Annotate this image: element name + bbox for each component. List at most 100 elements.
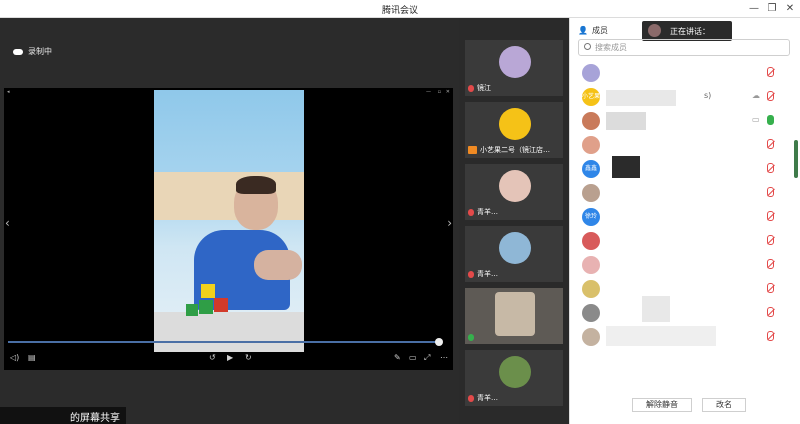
avatar — [499, 108, 531, 140]
mic-muted-icon[interactable] — [767, 307, 774, 317]
member-avatar: 小艺果 — [582, 88, 600, 106]
members-header: 👤 成员 — [578, 25, 608, 36]
mic-muted-icon — [468, 394, 474, 402]
mic-muted-icon[interactable] — [767, 259, 774, 269]
shelf — [154, 172, 304, 220]
member-avatar — [582, 328, 600, 346]
member-row[interactable]: ▭ — [582, 110, 792, 132]
window-title: 腾讯会议 — [381, 6, 418, 16]
more-icon[interactable]: ⋯ — [440, 353, 448, 362]
member-row[interactable] — [582, 230, 792, 252]
member-row[interactable] — [582, 62, 792, 84]
member-row[interactable]: 小艺果 s) ☁ — [582, 86, 792, 108]
fullscreen-icon[interactable]: ⤢ — [424, 353, 430, 363]
mic-muted-icon[interactable] — [767, 91, 774, 101]
participant-thumb[interactable]: 镜江 — [465, 40, 563, 96]
video-frame — [154, 90, 304, 352]
blurred-name — [606, 112, 646, 130]
mic-muted-icon[interactable] — [767, 283, 774, 293]
member-row[interactable] — [582, 278, 792, 300]
screen-share-icon[interactable]: ▭ — [752, 115, 760, 124]
rename-button[interactable]: 改名 — [702, 398, 746, 412]
member-avatar — [582, 304, 600, 322]
avatar — [499, 232, 531, 264]
recording-label: 录制中 — [28, 47, 52, 56]
mic-muted-icon[interactable] — [767, 163, 774, 173]
prev-arrow-icon[interactable]: ‹ — [5, 216, 10, 230]
shared-screen-area: 录制中 ◂ — ▫ ✕ ‹ › ◁) ▤ ↺ ▶ ↻ ✎ ▭ ⤢ ⋯ 的屏幕共享 — [0, 18, 459, 424]
participant-thumb[interactable]: 青羊… — [465, 226, 563, 282]
member-row[interactable]: 鑫鑫 — [582, 156, 792, 180]
adult-hand — [254, 250, 302, 280]
participant-name: 青羊… — [477, 208, 498, 216]
mic-muted-icon[interactable] — [767, 67, 774, 77]
mic-muted-icon — [468, 208, 474, 216]
blurred-name — [642, 296, 670, 322]
subtitle-icon[interactable]: ▤ — [28, 353, 36, 362]
minimize-button[interactable]: — — [747, 2, 761, 16]
player-minimize-icon[interactable]: — — [426, 89, 431, 95]
rewind-icon[interactable]: ↺ — [209, 353, 216, 362]
green-block — [199, 300, 213, 314]
next-arrow-icon[interactable]: › — [447, 216, 452, 230]
close-button[interactable]: ✕ — [783, 2, 797, 16]
mic-muted-icon[interactable] — [767, 187, 774, 197]
mic-muted-icon[interactable] — [767, 139, 774, 149]
speaking-label: 正在讲话： — [670, 27, 710, 36]
member-avatar — [582, 256, 600, 274]
scrollbar[interactable] — [794, 140, 798, 178]
mic-on-icon — [468, 334, 474, 341]
table — [154, 312, 304, 352]
player-maximize-icon[interactable]: ▫ — [438, 89, 441, 95]
participant-name: 青羊… — [477, 394, 498, 402]
mic-on-icon[interactable] — [767, 115, 774, 125]
search-icon — [584, 43, 591, 50]
participant-thumb[interactable]: 小艺果二号（镜江店… — [465, 102, 563, 158]
mic-muted-icon[interactable] — [767, 331, 774, 341]
participant-video-column: 镜江 小艺果二号（镜江店… 青羊… 青羊… 青羊… — [459, 18, 569, 424]
member-row[interactable] — [582, 182, 792, 204]
playback-progress[interactable] — [8, 338, 443, 346]
avatar — [499, 46, 531, 78]
member-row[interactable] — [582, 296, 792, 324]
yellow-block — [201, 284, 215, 298]
participant-name: 镜江 — [477, 84, 491, 92]
search-placeholder: 搜索成员 — [595, 43, 627, 52]
participant-name: 小艺果二号（镜江店… — [480, 146, 550, 154]
screen-share-text: 的屏幕共享 — [70, 413, 120, 424]
green-block-2 — [186, 304, 198, 316]
mic-muted-icon[interactable] — [767, 211, 774, 221]
pen-icon[interactable]: ✎ — [394, 353, 401, 362]
participant-thumb[interactable]: 青羊… — [465, 164, 563, 220]
player-menu-icon[interactable]: ◂ — [7, 89, 10, 95]
member-row[interactable] — [582, 326, 792, 348]
forward-icon[interactable]: ↻ — [245, 353, 252, 362]
video-player[interactable]: ◂ — ▫ ✕ ‹ › ◁) ▤ ↺ ▶ ↻ ✎ ▭ ⤢ ⋯ — [4, 88, 453, 370]
speaker-avatar — [648, 24, 661, 37]
member-search-input[interactable]: 搜索成员 — [578, 39, 790, 56]
maximize-button[interactable]: ❐ — [765, 2, 779, 16]
title-bar: 腾讯会议 — ❐ ✕ — [0, 0, 800, 18]
progress-knob[interactable] — [435, 338, 443, 346]
video-off-icon[interactable]: ☁ — [752, 91, 760, 100]
member-row[interactable] — [582, 134, 792, 156]
red-block — [214, 298, 228, 312]
player-close-icon[interactable]: ✕ — [446, 89, 450, 95]
screen-icon[interactable]: ▭ — [409, 353, 417, 362]
volume-icon[interactable]: ◁) — [10, 353, 19, 362]
member-row[interactable]: 徐玲 — [582, 206, 792, 228]
video-feed — [495, 292, 535, 336]
member-avatar — [582, 184, 600, 202]
member-avatar — [582, 136, 600, 154]
unmute-all-button[interactable]: 解除静音 — [632, 398, 692, 412]
member-name: s) — [704, 91, 712, 100]
participant-thumb[interactable]: 青羊… — [465, 350, 563, 406]
member-avatar: 徐玲 — [582, 208, 600, 226]
member-row[interactable] — [582, 254, 792, 276]
play-icon[interactable]: ▶ — [227, 353, 233, 362]
participant-thumb-video[interactable] — [465, 288, 563, 344]
mic-muted-icon[interactable] — [767, 235, 774, 245]
speaking-indicator: 正在讲话： — [642, 21, 732, 41]
blurred-name — [606, 326, 716, 346]
avatar — [499, 170, 531, 202]
